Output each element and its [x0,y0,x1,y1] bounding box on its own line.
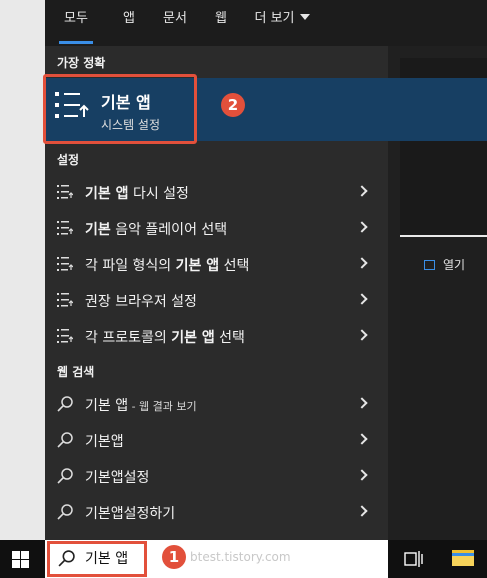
settings-list-icon [57,329,73,343]
settings-item-post: 선택 [219,258,250,274]
annotation-box-2 [43,74,197,144]
annotation-badge-2: 2 [221,93,245,117]
settings-item-default-music-player[interactable]: 기본 음악 플레이어 선택 [45,210,388,246]
chevron-right-icon [356,185,368,197]
settings-list-icon [57,293,73,307]
search-icon [57,432,73,448]
preview-divider [400,235,487,237]
settings-item-recommended-browser[interactable]: 권장 브라우저 설정 [45,282,388,318]
web-item-1[interactable]: 기본 앱 - 웹 결과 보기 [45,386,388,422]
tab-more[interactable]: 더 보기 [251,0,313,46]
tab-documents[interactable]: 문서 [159,0,191,46]
settings-item-reset-default-apps[interactable]: 기본 앱 다시 설정 [45,174,388,210]
web-item-main: 기본 앱 [85,398,129,414]
watermark: btest.tistory.com [190,550,291,564]
search-icon [57,468,73,484]
chevron-right-icon [356,469,368,481]
settings-item-post: 다시 설정 [128,186,189,202]
annotation-box-1 [47,541,147,577]
settings-item-bold: 기본 [85,222,111,238]
filter-tab-bar: 모두 앱 문서 웹 더 보기 [45,0,487,46]
settings-item-pre: 각 파일 형식의 [85,258,176,274]
settings-item-default-app-by-file-type[interactable]: 각 파일 형식의 기본 앱 선택 [45,246,388,282]
chevron-right-icon [356,329,368,341]
settings-item-pre: 각 프로토콜의 [85,330,172,346]
chevron-right-icon [356,257,368,269]
tab-more-label: 더 보기 [254,11,295,26]
web-item-4[interactable]: 기본앱설정하기 [45,494,388,530]
settings-list-icon [57,221,73,235]
open-action[interactable]: 열기 [424,256,465,273]
open-icon [424,260,435,270]
settings-item-bold: 기본 앱 [85,186,129,202]
search-icon [57,504,73,520]
web-item-main: 기본앱 [85,434,124,450]
tab-all[interactable]: 모두 [59,0,93,46]
tab-web[interactable]: 웹 [211,0,231,46]
best-match-heading: 가장 정확 [57,56,106,70]
settings-list-icon [57,185,73,199]
chevron-right-icon [356,397,368,409]
windows-start-icon[interactable] [12,551,29,568]
file-explorer-icon[interactable] [452,548,474,568]
chevron-right-icon [356,505,368,517]
settings-item-pre: 권장 브라우저 설정 [85,294,197,310]
chevron-down-icon [299,14,310,20]
web-item-main: 기본앱설정하기 [85,506,176,522]
chevron-right-icon [356,293,368,305]
web-search-heading: 웹 검색 [57,365,95,379]
settings-item-post: 선택 [214,330,245,346]
tab-apps[interactable]: 앱 [117,0,141,46]
task-view-icon[interactable] [404,550,424,568]
open-label: 열기 [443,258,466,272]
chevron-right-icon [356,221,368,233]
web-item-2[interactable]: 기본앱 [45,422,388,458]
best-match-highlight [388,78,487,141]
settings-item-default-app-by-protocol[interactable]: 각 프로토콜의 기본 앱 선택 [45,318,388,354]
web-item-sub: - 웹 결과 보기 [128,400,197,413]
web-item-3[interactable]: 기본앱설정 [45,458,388,494]
annotation-badge-1: 1 [162,545,186,569]
web-item-main: 기본앱설정 [85,470,150,486]
settings-heading: 설정 [57,153,80,167]
settings-item-bold: 기본 앱 [171,330,215,346]
settings-item-bold: 기본 앱 [175,258,220,274]
chevron-right-icon [356,433,368,445]
settings-list-icon [57,257,73,271]
search-icon [57,396,73,412]
settings-item-post: 음악 플레이어 선택 [110,222,228,238]
